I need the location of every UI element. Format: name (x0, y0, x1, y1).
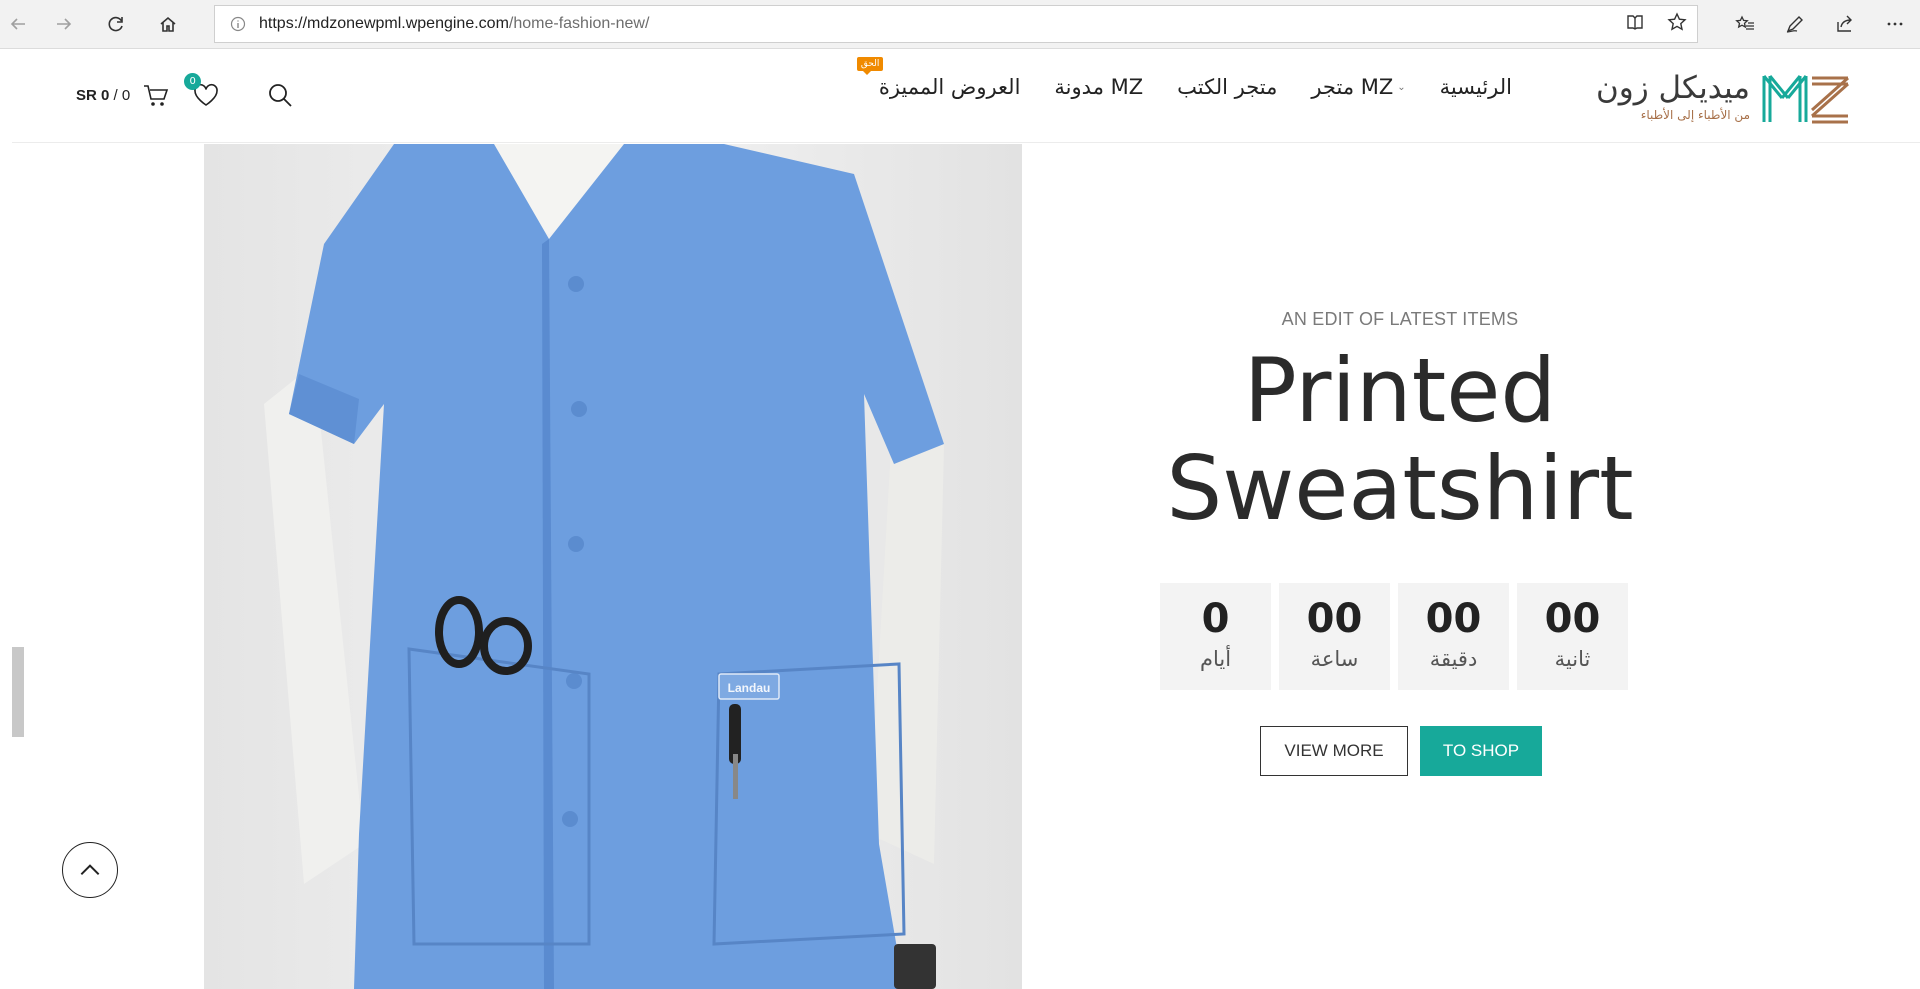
menu-item-mz-store[interactable]: متجر MZ ⌄ (1311, 75, 1405, 99)
scrubs-illustration: Landau (204, 144, 1022, 989)
countdown-value: 00 (1306, 596, 1363, 642)
page-scroll-marker[interactable] (12, 647, 24, 737)
refresh-button[interactable] (98, 8, 134, 40)
forward-icon (57, 18, 72, 30)
mz-logo-mark (1762, 75, 1849, 124)
hero-copy: AN EDIT OF LATEST ITEMS Printed Sweatshi… (1160, 309, 1640, 538)
menu-item-label: العروض المميزة (878, 75, 1021, 99)
menu-item-special-offers[interactable]: الحق العروض المميزة (856, 57, 1021, 99)
share-icon (1837, 15, 1852, 32)
url-text: https://mdzonewpml.wpengine.com/home-fas… (259, 15, 649, 33)
back-icon (10, 18, 25, 30)
web-page: ميديكل زون من الأطباء إلى الأطباء الرئيس… (12, 49, 1920, 989)
menu-item-mz-blog[interactable]: مدونة MZ (1054, 75, 1143, 99)
cart-button[interactable]: SR 0 / 0 (76, 79, 172, 111)
share-button[interactable] (1820, 8, 1870, 40)
menu-item-home[interactable]: الرئيسية (1440, 75, 1512, 99)
countdown-value: 00 (1425, 596, 1482, 642)
main-menu: الرئيسية متجر MZ ⌄ متجر الكتب مدونة MZ ال… (856, 57, 1512, 99)
favorites-list-button[interactable] (1720, 8, 1770, 40)
back-to-top-button[interactable] (62, 842, 118, 898)
countdown-days: 0 أيام (1160, 583, 1271, 690)
hero-eyebrow: AN EDIT OF LATEST ITEMS (1281, 309, 1519, 329)
logo-tagline: من الأطباء إلى الأطباء (1640, 108, 1750, 122)
favorites-list-icon (1735, 15, 1754, 30)
pen-icon (1786, 16, 1803, 33)
chevron-down-icon: ⌄ (1397, 81, 1406, 93)
cart-count: 0 (121, 86, 131, 104)
countdown-minutes: 00 دقيقة (1398, 583, 1509, 690)
menu-item-label: متجر الكتب (1177, 75, 1278, 99)
hero-title: Printed Sweatshirt (1160, 342, 1640, 538)
cart-total: SR 0 / 0 (76, 86, 131, 104)
site-logo[interactable]: ميديكل زون من الأطباء إلى الأطباء (1596, 67, 1852, 127)
menu-item-label: متجر MZ (1311, 75, 1394, 99)
menu-item-label: الرئيسية (1439, 75, 1512, 99)
countdown-label: ثانية (1554, 647, 1591, 671)
home-icon (160, 16, 176, 32)
countdown-label: ساعة (1310, 647, 1359, 671)
cart-amount: 0 (101, 86, 110, 104)
menu-item-label: مدونة MZ (1054, 75, 1144, 99)
logo-main-text: ميديكل زون (1595, 70, 1750, 106)
logo-text: ميديكل زون من الأطباء إلى الأطباء (1596, 71, 1750, 123)
favorite-star-icon[interactable] (1667, 12, 1687, 36)
site-header: ميديكل زون من الأطباء إلى الأطباء الرئيس… (12, 49, 1920, 143)
home-button[interactable] (150, 8, 186, 40)
landau-badge-text: Landau (728, 681, 771, 695)
cart-icon (140, 79, 172, 111)
more-button[interactable] (1870, 8, 1920, 40)
countdown-value: 0 (1201, 596, 1230, 642)
view-more-button[interactable]: VIEW MORE (1260, 726, 1408, 776)
countdown-value: 00 (1544, 596, 1601, 642)
browser-toolbar: https://mdzonewpml.wpengine.com/home-fas… (0, 0, 1920, 49)
forward-button[interactable] (46, 8, 82, 40)
search-icon (269, 84, 292, 107)
hero-product-image: Landau (204, 144, 1022, 989)
pen-button[interactable] (1770, 8, 1820, 40)
menu-badge: الحق (856, 57, 884, 75)
countdown-label: أيام (1199, 647, 1232, 671)
wishlist-button[interactable]: 0 (184, 73, 222, 111)
url-path: /home-fashion-new/ (508, 15, 650, 32)
countdown-timer: 00 ثانية 00 دقيقة 00 ساعة 0 أيام (1160, 583, 1628, 690)
refresh-icon (108, 16, 123, 32)
countdown-label: دقيقة (1429, 647, 1478, 671)
countdown-seconds: 00 ثانية (1517, 583, 1628, 690)
info-icon[interactable] (223, 16, 253, 32)
back-button[interactable] (0, 8, 36, 40)
header-tools: SR 0 / 0 0 (76, 73, 296, 111)
cart-currency: SR (76, 86, 97, 104)
url-domain: https://mdzonewpml.wpengine.com (259, 15, 509, 32)
chevron-up-icon (80, 864, 100, 876)
browser-tools (1720, 8, 1920, 40)
more-icon (1887, 22, 1903, 26)
countdown-hours: 00 ساعة (1279, 583, 1390, 690)
hero-title-line2: Sweatshirt (1166, 437, 1634, 540)
hero-title-line1: Printed (1243, 339, 1557, 442)
search-button[interactable] (264, 79, 296, 111)
address-bar[interactable]: https://mdzonewpml.wpengine.com/home-fas… (214, 5, 1698, 43)
menu-item-book-store[interactable]: متجر الكتب (1177, 75, 1277, 99)
to-shop-button[interactable]: TO SHOP (1420, 726, 1542, 776)
reading-view-icon[interactable] (1625, 12, 1645, 36)
